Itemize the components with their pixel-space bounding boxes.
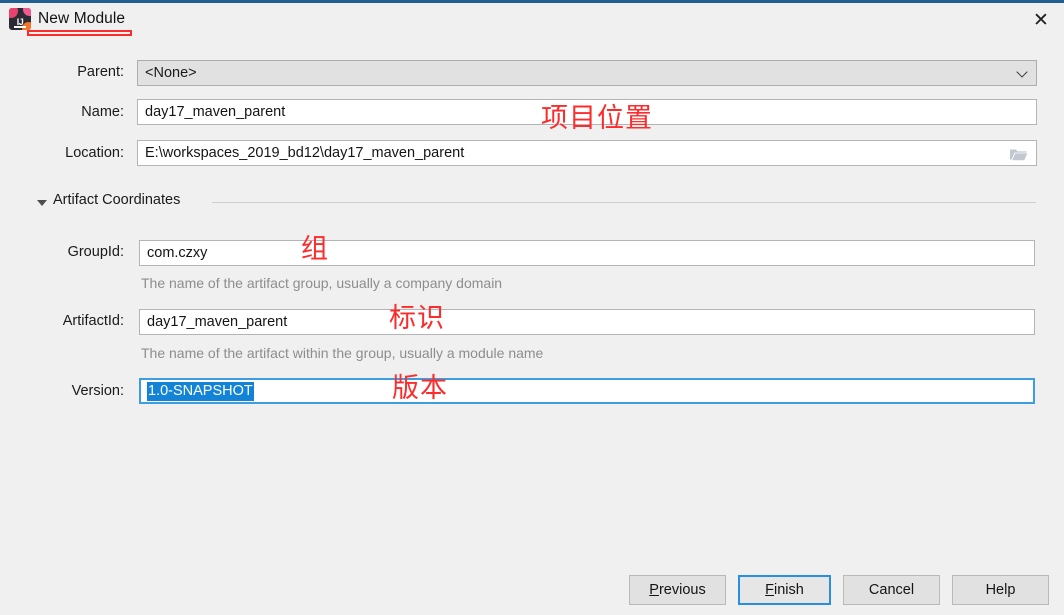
- name-value: day17_maven_parent: [145, 104, 286, 120]
- cancel-label: Cancel: [868, 582, 915, 598]
- finish-mnemonic: F: [765, 582, 775, 598]
- intellij-idea-icon: IJ: [9, 8, 31, 30]
- section-title: Artifact Coordinates: [53, 192, 181, 208]
- parent-label: Parent:: [77, 64, 124, 80]
- artifact-annotation: 标识: [389, 303, 445, 334]
- location-annotation: 项目位置: [541, 103, 653, 134]
- artifact-id-input[interactable]: day17_maven_parent: [139, 309, 1035, 335]
- group-id-value: com.czxy: [147, 245, 208, 261]
- parent-combobox[interactable]: <None>: [137, 60, 1037, 86]
- cancel-button[interactable]: Cancel: [843, 575, 940, 605]
- artifact-coordinates-section-header[interactable]: Artifact Coordinates: [34, 192, 1038, 214]
- group-annotation: 组: [301, 234, 329, 265]
- help-button[interactable]: Help: [952, 575, 1049, 605]
- finish-label-rest: inish: [774, 582, 804, 598]
- version-label: Version:: [71, 383, 124, 399]
- version-annotation: 版本: [392, 373, 448, 404]
- window-title: New Module: [38, 10, 126, 27]
- version-input[interactable]: 1.0-SNAPSHOT: [139, 378, 1035, 404]
- title-underline-annotation: [27, 30, 132, 36]
- artifact-id-hint: The name of the artifact within the grou…: [141, 345, 544, 361]
- previous-button[interactable]: Previous: [629, 575, 726, 605]
- parent-value: <None>: [145, 65, 197, 81]
- previous-label-rest: revious: [658, 582, 706, 598]
- artifact-id-label: ArtifactId:: [62, 313, 124, 329]
- previous-mnemonic: P: [649, 582, 659, 598]
- group-id-label: GroupId:: [67, 244, 124, 260]
- triangle-down-icon[interactable]: [37, 200, 47, 206]
- location-input[interactable]: E:\workspaces_2019_bd12\day17_maven_pare…: [137, 140, 1037, 166]
- artifact-id-value: day17_maven_parent: [147, 314, 288, 330]
- folder-icon[interactable]: [1009, 147, 1028, 162]
- section-divider: [212, 202, 1036, 203]
- group-id-hint: The name of the artifact group, usually …: [141, 275, 503, 291]
- finish-button[interactable]: Finish: [738, 575, 831, 605]
- chevron-down-icon[interactable]: [1018, 68, 1027, 77]
- help-label: Help: [985, 582, 1016, 598]
- version-value: 1.0-SNAPSHOT: [147, 382, 254, 401]
- location-value: E:\workspaces_2019_bd12\day17_maven_pare…: [145, 145, 465, 161]
- group-id-input[interactable]: com.czxy: [139, 240, 1035, 266]
- close-icon[interactable]: ✕: [1018, 3, 1064, 38]
- location-label: Location:: [65, 145, 124, 161]
- title-bar: IJ New Module ✕: [0, 3, 1064, 38]
- name-label: Name:: [81, 104, 124, 120]
